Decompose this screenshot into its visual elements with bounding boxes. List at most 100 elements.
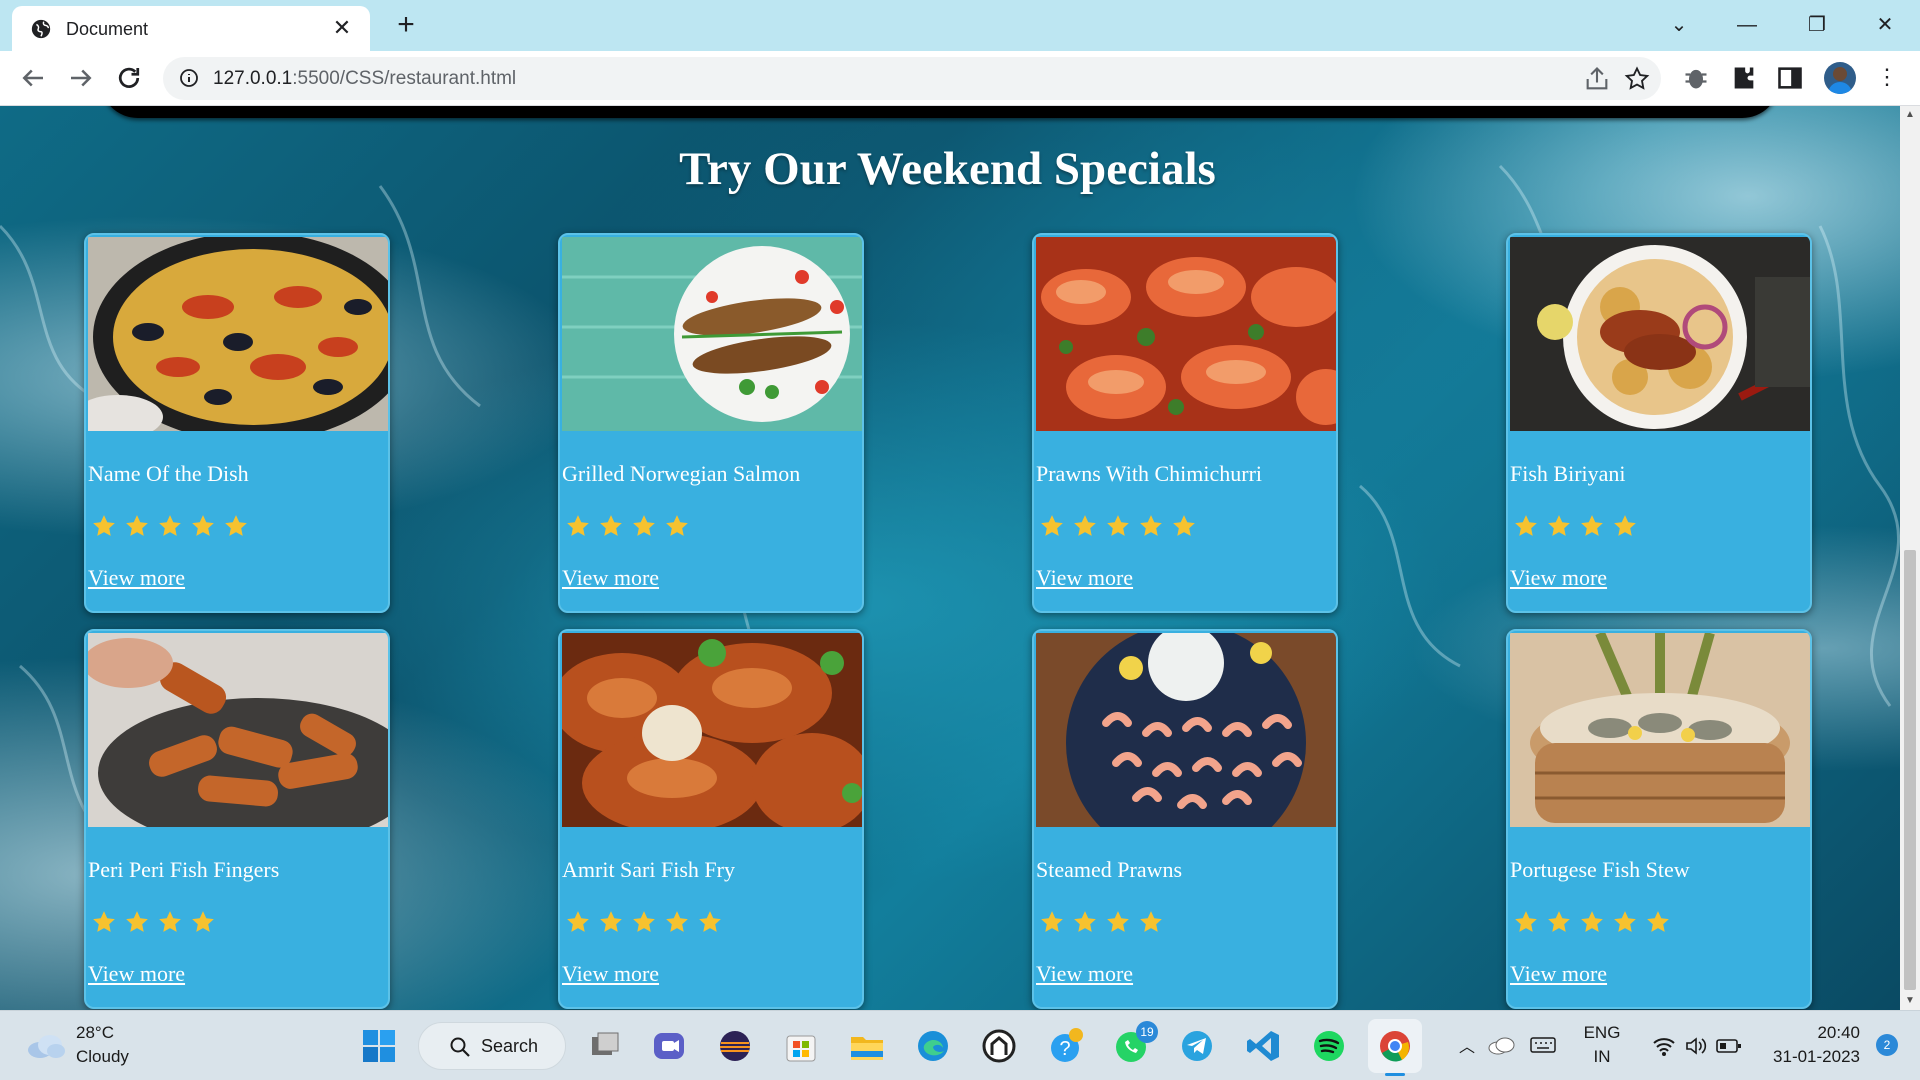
star-icon: [666, 515, 688, 536]
file-explorer-icon[interactable]: [848, 1027, 886, 1065]
star-icon: [1581, 911, 1603, 932]
close-window-button[interactable]: ✕: [1870, 10, 1900, 40]
star-icon: [1041, 911, 1063, 932]
page-scrollbar[interactable]: ▲ ▼: [1900, 106, 1920, 1010]
dish-photo-biriyani: [1510, 237, 1810, 431]
close-tab-icon[interactable]: ✕: [330, 16, 354, 40]
notification-count-badge[interactable]: 2: [1876, 1034, 1898, 1056]
star-icon: [633, 515, 655, 536]
extension-bug-icon[interactable]: [1682, 64, 1710, 92]
minimize-button[interactable]: —: [1732, 10, 1762, 40]
star-icon: [600, 911, 622, 932]
view-more-link[interactable]: View more: [562, 961, 659, 987]
star-icon: [699, 911, 721, 932]
dish-name: Portugese Fish Stew: [1510, 857, 1690, 882]
search-icon: [450, 1037, 470, 1057]
volume-icon[interactable]: [1684, 1035, 1708, 1057]
rating-stars: [1513, 513, 1645, 539]
tab-title: Document: [66, 19, 149, 39]
onedrive-cloud-icon[interactable]: [1488, 1035, 1516, 1055]
scrollbar-thumb[interactable]: [1904, 550, 1916, 990]
star-icon: [1515, 515, 1537, 536]
svg-text:?: ?: [1059, 1038, 1070, 1060]
wifi-icon[interactable]: [1652, 1035, 1676, 1057]
view-more-link[interactable]: View more: [1036, 961, 1133, 987]
dish-name: Fish Biriyani: [1510, 461, 1626, 486]
taskbar-search[interactable]: Search: [418, 1022, 566, 1070]
back-icon[interactable]: [18, 63, 48, 93]
section-heading: Try Our Weekend Specials: [679, 143, 1216, 195]
url-path: :5500/CSS/restaurant.html: [292, 68, 517, 89]
bookmark-star-icon[interactable]: [1623, 65, 1651, 93]
dish-card: Name Of the Dish View more: [84, 233, 390, 613]
star-icon: [192, 515, 214, 536]
view-more-link[interactable]: View more: [1510, 565, 1607, 591]
system-tray: ︿ ENG IN 20:40 31-01-2023 2: [1450, 1011, 1920, 1080]
windows-taskbar: 28°C Cloudy Search ? 19 ︿ ENG IN 20:40 3…: [0, 1010, 1920, 1080]
rating-stars: [91, 513, 256, 539]
url-text[interactable]: 127.0.0.1:5500/CSS/restaurant.html: [213, 68, 516, 90]
dish-card: Peri Peri Fish Fingers View more: [84, 629, 390, 1009]
get-help-icon[interactable]: ?: [1046, 1027, 1084, 1065]
star-icon: [1647, 911, 1669, 932]
reload-icon[interactable]: [114, 63, 144, 93]
dish-photo-grilled-fish: [562, 237, 862, 431]
view-more-link[interactable]: View more: [562, 565, 659, 591]
extensions-puzzle-icon[interactable]: [1730, 64, 1758, 92]
star-icon: [159, 911, 181, 932]
microsoft-store-icon[interactable]: [782, 1027, 820, 1065]
site-info-icon[interactable]: [179, 68, 199, 88]
view-more-link[interactable]: View more: [88, 961, 185, 987]
search-label: Search: [481, 1036, 539, 1056]
github-desktop-icon[interactable]: [980, 1027, 1018, 1065]
tab-search-icon[interactable]: ⌄: [1664, 10, 1694, 40]
dish-photo-fish-fingers: [88, 633, 388, 827]
scroll-down-arrow-icon[interactable]: ▼: [1900, 992, 1920, 1010]
chrome-running-indicator: [1385, 1073, 1405, 1076]
star-icon: [1041, 515, 1063, 536]
star-icon: [192, 911, 214, 932]
address-bar[interactable]: 127.0.0.1:5500/CSS/restaurant.html: [163, 57, 1661, 100]
view-more-link[interactable]: View more: [1036, 565, 1133, 591]
vscode-icon[interactable]: [1244, 1027, 1282, 1065]
star-icon: [633, 911, 655, 932]
weather-condition: Cloudy: [76, 1047, 129, 1066]
star-icon: [1074, 911, 1096, 932]
new-tab-button[interactable]: +: [392, 10, 420, 40]
keyboard-icon[interactable]: [1530, 1035, 1556, 1055]
input-language[interactable]: ENG: [1582, 1023, 1622, 1043]
eclipse-icon[interactable]: [716, 1027, 754, 1065]
chrome-icon[interactable]: [1376, 1027, 1414, 1065]
task-view-icon[interactable]: [586, 1027, 624, 1065]
forward-icon[interactable]: [66, 63, 96, 93]
dish-name: Prawns With Chimichurri: [1036, 461, 1263, 486]
show-hidden-icons-chevron-icon[interactable]: ︿: [1457, 1033, 1477, 1057]
star-icon: [93, 515, 115, 536]
share-icon[interactable]: [1583, 65, 1611, 93]
windows-start-icon[interactable]: [360, 1027, 398, 1065]
dish-card: Steamed Prawns View more: [1032, 629, 1338, 1009]
browser-tab[interactable]: Document ✕: [12, 6, 370, 51]
view-more-link[interactable]: View more: [88, 565, 185, 591]
clock-date[interactable]: 31-01-2023: [1750, 1047, 1860, 1067]
side-panel-icon[interactable]: [1776, 64, 1804, 92]
star-icon: [1581, 515, 1603, 536]
star-icon: [1140, 515, 1162, 536]
star-icon: [1173, 515, 1195, 536]
telegram-icon[interactable]: [1178, 1027, 1216, 1065]
star-icon: [666, 911, 688, 932]
view-more-link[interactable]: View more: [1510, 961, 1607, 987]
edge-icon[interactable]: [914, 1027, 952, 1065]
teams-chat-icon[interactable]: [650, 1027, 688, 1065]
star-icon: [1548, 911, 1570, 932]
star-icon: [1614, 911, 1636, 932]
spotify-icon[interactable]: [1310, 1027, 1348, 1065]
input-region[interactable]: IN: [1582, 1047, 1622, 1067]
dish-photo-prawns: [1036, 237, 1336, 431]
scroll-up-arrow-icon[interactable]: ▲: [1900, 106, 1920, 124]
battery-icon[interactable]: [1716, 1037, 1742, 1055]
menu-dots-icon[interactable]: ⋮: [1876, 61, 1898, 93]
profile-avatar[interactable]: [1824, 62, 1856, 94]
clock-time[interactable]: 20:40: [1750, 1023, 1860, 1043]
restore-button[interactable]: ❐: [1802, 10, 1832, 40]
